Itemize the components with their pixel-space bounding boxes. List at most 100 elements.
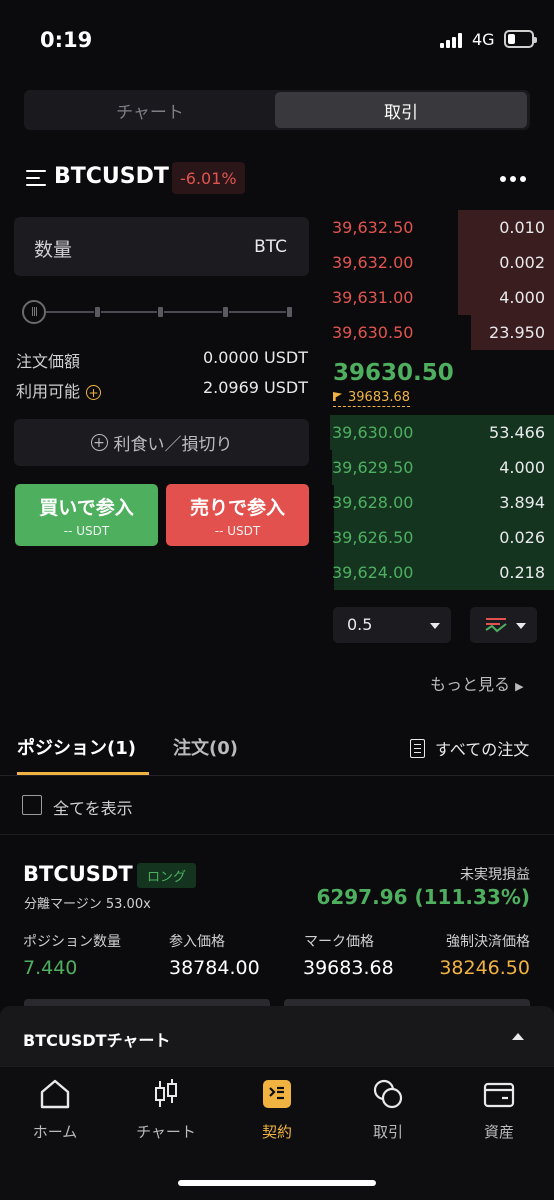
tab-trade[interactable]: 取引: [275, 92, 527, 128]
book-layout-icon: [485, 618, 507, 633]
bid-price: 39,628.00: [332, 493, 414, 512]
mark-price-label: マーク価格: [304, 934, 374, 950]
bid-price: 39,626.50: [332, 528, 414, 547]
slider-handle[interactable]: |||: [22, 300, 46, 324]
slider-tick[interactable]: [157, 306, 164, 318]
bid-amount: 0.026: [499, 528, 545, 547]
buy-long-button[interactable]: 買いで参入 -- USDT: [15, 484, 158, 546]
nav-trade[interactable]: 取引: [333, 1077, 443, 1142]
flag-icon: [333, 392, 342, 401]
side-badge: ロング: [137, 863, 197, 888]
pnl-value: 6297.96 (111.33%): [316, 885, 530, 909]
depth-step-select[interactable]: 0.5: [333, 607, 451, 643]
menu-icon[interactable]: [26, 170, 46, 186]
ask-row[interactable]: 39,630.50 23.950: [330, 315, 554, 350]
nav-label: チャート: [136, 1123, 196, 1141]
candlestick-icon: [155, 1079, 177, 1107]
chevron-up-icon[interactable]: [512, 1033, 524, 1040]
quantity-input[interactable]: 数量 BTC: [14, 217, 309, 276]
bid-row[interactable]: 39,630.00 53.466: [330, 415, 554, 450]
home-indicator[interactable]: [178, 1180, 376, 1186]
bid-row[interactable]: 39,624.00 0.218: [330, 555, 554, 590]
bid-price: 39,624.00: [332, 563, 414, 582]
depth-step-value: 0.5: [347, 615, 373, 634]
battery-icon: [504, 30, 537, 48]
slider-tick[interactable]: [222, 306, 229, 318]
nav-label: ホーム: [32, 1123, 78, 1141]
bid-row[interactable]: 39,626.50 0.026: [330, 520, 554, 555]
quantity-slider[interactable]: |||: [22, 300, 294, 324]
entry-price-value: 38784.00: [169, 957, 260, 979]
wallet-icon: [483, 1082, 515, 1108]
nav-label: 取引: [372, 1123, 403, 1141]
bid-price: 39,630.00: [332, 423, 414, 442]
ask-price: 39,632.00: [332, 253, 414, 272]
quantity-unit[interactable]: BTC: [254, 237, 287, 257]
all-orders-label: すべての注文: [435, 740, 530, 759]
bid-amount: 4.000: [499, 458, 545, 477]
slider-track[interactable]: [42, 311, 290, 313]
nav-contract[interactable]: 契約: [222, 1077, 332, 1142]
liq-price-value: 38246.50: [439, 957, 530, 979]
position-qty-label: ポジション数量: [23, 934, 121, 950]
add-funds-icon[interactable]: +: [86, 385, 102, 400]
nav-assets[interactable]: 資産: [444, 1077, 554, 1142]
buy-label: 買いで参入: [39, 496, 134, 519]
bid-amount: 0.218: [499, 563, 545, 582]
tpsl-label: 利食い／損切り: [113, 435, 233, 455]
show-all-label[interactable]: 全てを表示: [53, 795, 133, 819]
view-switch: チャート 取引: [24, 90, 530, 130]
tpsl-button[interactable]: + 利食い／損切り: [14, 419, 309, 466]
ask-amount: 0.010: [499, 218, 545, 237]
liq-price-label: 強制決済価格: [446, 934, 530, 950]
change-badge: -6.01%: [172, 162, 245, 194]
nav-chart[interactable]: チャート: [111, 1077, 221, 1142]
ask-amount: 23.950: [489, 323, 545, 342]
tab-chart[interactable]: チャート: [24, 92, 276, 128]
slider-tick[interactable]: [94, 306, 101, 318]
pnl-label: 未実現損益: [460, 867, 530, 883]
ask-price: 39,630.50: [332, 323, 414, 342]
buy-cost: -- USDT: [63, 523, 110, 538]
tab-positions[interactable]: ポジション(1): [17, 734, 136, 760]
ask-row[interactable]: 39,631.00 4.000: [330, 280, 554, 315]
exchange-icon: [373, 1079, 403, 1109]
chart-sheet-title: BTCUSDTチャート: [23, 1031, 171, 1050]
more-icon[interactable]: [500, 176, 526, 182]
sell-cost: -- USDT: [214, 523, 261, 538]
order-value: 0.0000 USDT: [202, 348, 308, 367]
show-all-checkbox[interactable]: [22, 795, 42, 815]
symbol-title[interactable]: BTCUSDT: [54, 164, 169, 189]
chevron-down-icon: [430, 623, 440, 629]
ask-row[interactable]: 39,632.50 0.010: [330, 210, 554, 245]
nav-home[interactable]: ホーム: [0, 1077, 110, 1142]
nav-label: 契約: [261, 1123, 292, 1141]
slider-tick[interactable]: [286, 306, 293, 318]
plus-icon: +: [90, 434, 108, 451]
see-more-link[interactable]: もっと見る ▶: [430, 671, 524, 695]
chevron-down-icon: [516, 623, 526, 629]
signal-icon: [440, 32, 466, 48]
sell-label: 売りで参入: [189, 496, 285, 519]
document-icon: [410, 738, 425, 758]
sell-short-button[interactable]: 売りで参入 -- USDT: [166, 484, 309, 546]
available-label: 利用可能: [16, 382, 81, 401]
bid-row[interactable]: 39,628.00 3.894: [330, 485, 554, 520]
see-more-label: もっと見る: [430, 675, 511, 694]
last-price: 39630.50: [333, 360, 454, 386]
divider: [0, 775, 554, 776]
contract-icon: [263, 1080, 291, 1108]
tab-orders[interactable]: 注文(0): [173, 734, 238, 760]
all-orders-link[interactable]: すべての注文: [410, 736, 529, 760]
chevron-right-icon: ▶: [515, 680, 524, 693]
bid-row[interactable]: 39,629.50 4.000: [330, 450, 554, 485]
chart-sheet[interactable]: BTCUSDTチャート: [0, 1006, 554, 1066]
position-symbol[interactable]: BTCUSDT: [23, 862, 133, 886]
bid-amount: 53.466: [489, 423, 545, 442]
bid-amount: 3.894: [499, 493, 545, 512]
divider: [0, 834, 554, 835]
ask-row[interactable]: 39,632.00 0.002: [330, 245, 554, 280]
ask-amount: 4.000: [499, 288, 545, 307]
book-view-select[interactable]: [470, 607, 537, 643]
mark-price[interactable]: 39683.68: [333, 390, 411, 407]
